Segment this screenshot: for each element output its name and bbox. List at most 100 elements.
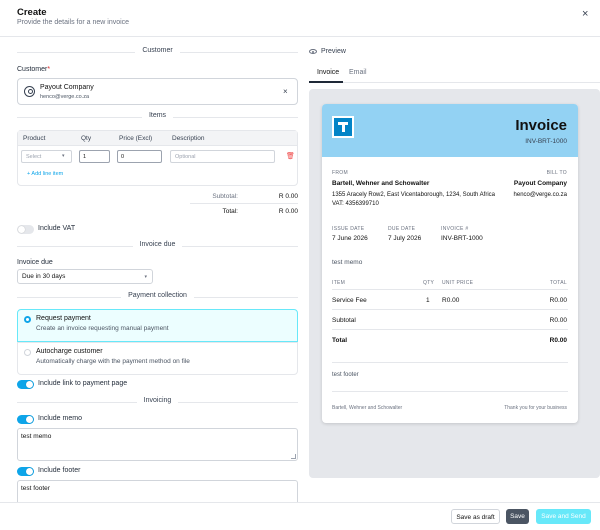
col-qty-preview: QTY xyxy=(423,280,435,286)
user-icon xyxy=(24,86,35,97)
invoice-due-select[interactable]: Due in 30 days ▾ xyxy=(17,269,153,284)
footer-company: Bartell, Wehner and Schowalter xyxy=(332,405,403,411)
resize-handle[interactable] xyxy=(291,454,296,459)
preview-footer-note: test footer xyxy=(332,372,359,378)
subtotal-divider xyxy=(332,329,568,330)
trash-icon[interactable]: 🗑 xyxy=(286,152,295,160)
col-unit-price: UNIT PRICE xyxy=(442,280,474,286)
save-and-send-button[interactable]: Save and Send xyxy=(536,509,591,524)
footer-thanks: Thank you for your business xyxy=(504,405,567,411)
due-date-label: DUE DATE xyxy=(388,226,416,232)
chevron-down-icon: ▾ xyxy=(144,274,147,280)
autocharge-desc: Automatically charge with the payment me… xyxy=(36,358,190,365)
chevron-down-icon: ▾ xyxy=(62,153,65,159)
footer-divider xyxy=(332,391,568,392)
total-label: Total: xyxy=(222,208,238,215)
dialog-subtitle: Provide the details for a new invoice xyxy=(17,19,130,26)
autocharge-option[interactable]: Autocharge customer Automatically charge… xyxy=(17,342,298,375)
include-memo-toggle[interactable] xyxy=(17,415,34,424)
preview-total: R0.00 xyxy=(549,337,567,344)
issue-date-label: ISSUE DATE xyxy=(332,226,365,232)
include-vat-label: Include VAT xyxy=(38,225,76,232)
preview-title: Preview xyxy=(321,48,346,55)
invoicing-section-title: Invoicing xyxy=(17,397,298,407)
preview-subtotal: R0.00 xyxy=(549,317,567,324)
from-address: 1355 Aracely Row2, East Vicentaborough, … xyxy=(332,192,495,198)
issue-date: 7 June 2026 xyxy=(332,235,368,242)
invoice-due-section-title: Invoice due xyxy=(17,241,298,251)
invoice-due-label: Invoice due xyxy=(17,259,53,266)
invoice-preview: Invoice INV-BRT-1000 FROM BILL TO Bartel… xyxy=(322,104,578,423)
invoice-due-value: Due in 30 days xyxy=(22,273,66,280)
active-tab-indicator xyxy=(309,81,343,83)
preview-total-label: Total xyxy=(332,337,348,344)
request-payment-title: Request payment xyxy=(36,315,91,322)
line-item-unit: R0.00 xyxy=(442,297,460,304)
customer-label: Customer* xyxy=(17,66,51,73)
invoice-heading: Invoice xyxy=(515,117,567,134)
description-input[interactable]: Optional xyxy=(170,150,275,163)
col-description: Description xyxy=(172,135,205,142)
preview-subtotal-label: Subtotal xyxy=(332,317,356,324)
from-label: FROM xyxy=(332,170,348,176)
col-item: ITEM xyxy=(332,280,346,286)
include-vat-toggle[interactable] xyxy=(17,225,34,234)
col-price: Price (Excl) xyxy=(119,135,153,142)
bill-to-name: Payout Company xyxy=(513,180,567,187)
tab-invoice[interactable]: Invoice xyxy=(317,69,339,76)
due-date: 7 July 2026 xyxy=(388,235,422,242)
invoice-number-top: INV-BRT-1000 xyxy=(525,138,567,145)
customer-email: henco@verge.co.za xyxy=(40,94,90,100)
include-memo-label: Include memo xyxy=(38,415,82,422)
row-divider xyxy=(332,309,568,310)
include-link-toggle[interactable] xyxy=(17,380,34,389)
qty-input[interactable]: 1 xyxy=(79,150,110,163)
memo-textarea[interactable]: test memo xyxy=(17,428,298,461)
include-footer-toggle[interactable] xyxy=(17,467,34,476)
memo-text: test memo xyxy=(21,433,52,440)
invoice-no: INV-BRT-1000 xyxy=(441,235,483,242)
include-link-label: Include link to payment page xyxy=(38,380,128,387)
request-payment-option[interactable]: Request payment Create an invoice reques… xyxy=(17,309,298,342)
invoice-no-label: INVOICE # xyxy=(441,226,469,232)
subtotal-value: R 0.00 xyxy=(278,193,298,200)
items-table-header: Product Qty Price (Excl) Description xyxy=(18,131,297,146)
company-logo-icon xyxy=(332,116,354,138)
close-icon[interactable]: × xyxy=(582,8,588,20)
dialog-title: Create xyxy=(17,7,47,18)
total-value: R 0.00 xyxy=(278,208,298,215)
col-total: TOTAL xyxy=(549,280,567,286)
col-product: Product xyxy=(23,135,46,142)
from-name: Bartell, Wehner and Schowalter xyxy=(332,180,430,187)
tab-email[interactable]: Email xyxy=(349,69,367,76)
request-payment-radio[interactable] xyxy=(24,316,31,323)
clear-customer-icon[interactable]: × xyxy=(283,87,288,96)
autocharge-title: Autocharge customer xyxy=(36,348,103,355)
payment-section-title: Payment collection xyxy=(17,292,298,302)
dialog-header: Create Provide the details for a new inv… xyxy=(0,0,600,37)
add-line-item-link[interactable]: + Add line item xyxy=(27,171,63,177)
vat-number: VAT: 4356399710 xyxy=(332,201,379,207)
save-as-draft-button[interactable]: Save as draft xyxy=(451,509,500,524)
include-footer-label: Include footer xyxy=(38,467,81,474)
tabs-border xyxy=(309,82,600,83)
required-mark: * xyxy=(47,66,51,73)
customer-section-title: Customer xyxy=(17,47,298,57)
save-button[interactable]: Save xyxy=(506,509,529,524)
subtotal-label: Subtotal: xyxy=(212,193,238,200)
table-divider xyxy=(332,289,568,290)
line-item-name: Service Fee xyxy=(332,297,367,304)
preview-memo: test memo xyxy=(332,259,363,266)
autocharge-radio[interactable] xyxy=(24,349,31,356)
price-input[interactable]: 0 xyxy=(117,150,162,163)
line-item-qty: 1 xyxy=(426,297,430,304)
customer-select[interactable]: Payout Company henco@verge.co.za × xyxy=(17,78,298,105)
col-qty: Qty xyxy=(81,135,92,142)
bill-to-email: henco@verge.co.za xyxy=(513,192,567,198)
total-divider xyxy=(332,362,568,363)
totals-divider xyxy=(190,203,298,204)
request-payment-desc: Create an invoice requesting manual paym… xyxy=(36,325,169,332)
footer-text: test footer xyxy=(21,485,50,492)
eye-icon xyxy=(309,49,317,54)
customer-name: Payout Company xyxy=(40,84,94,91)
